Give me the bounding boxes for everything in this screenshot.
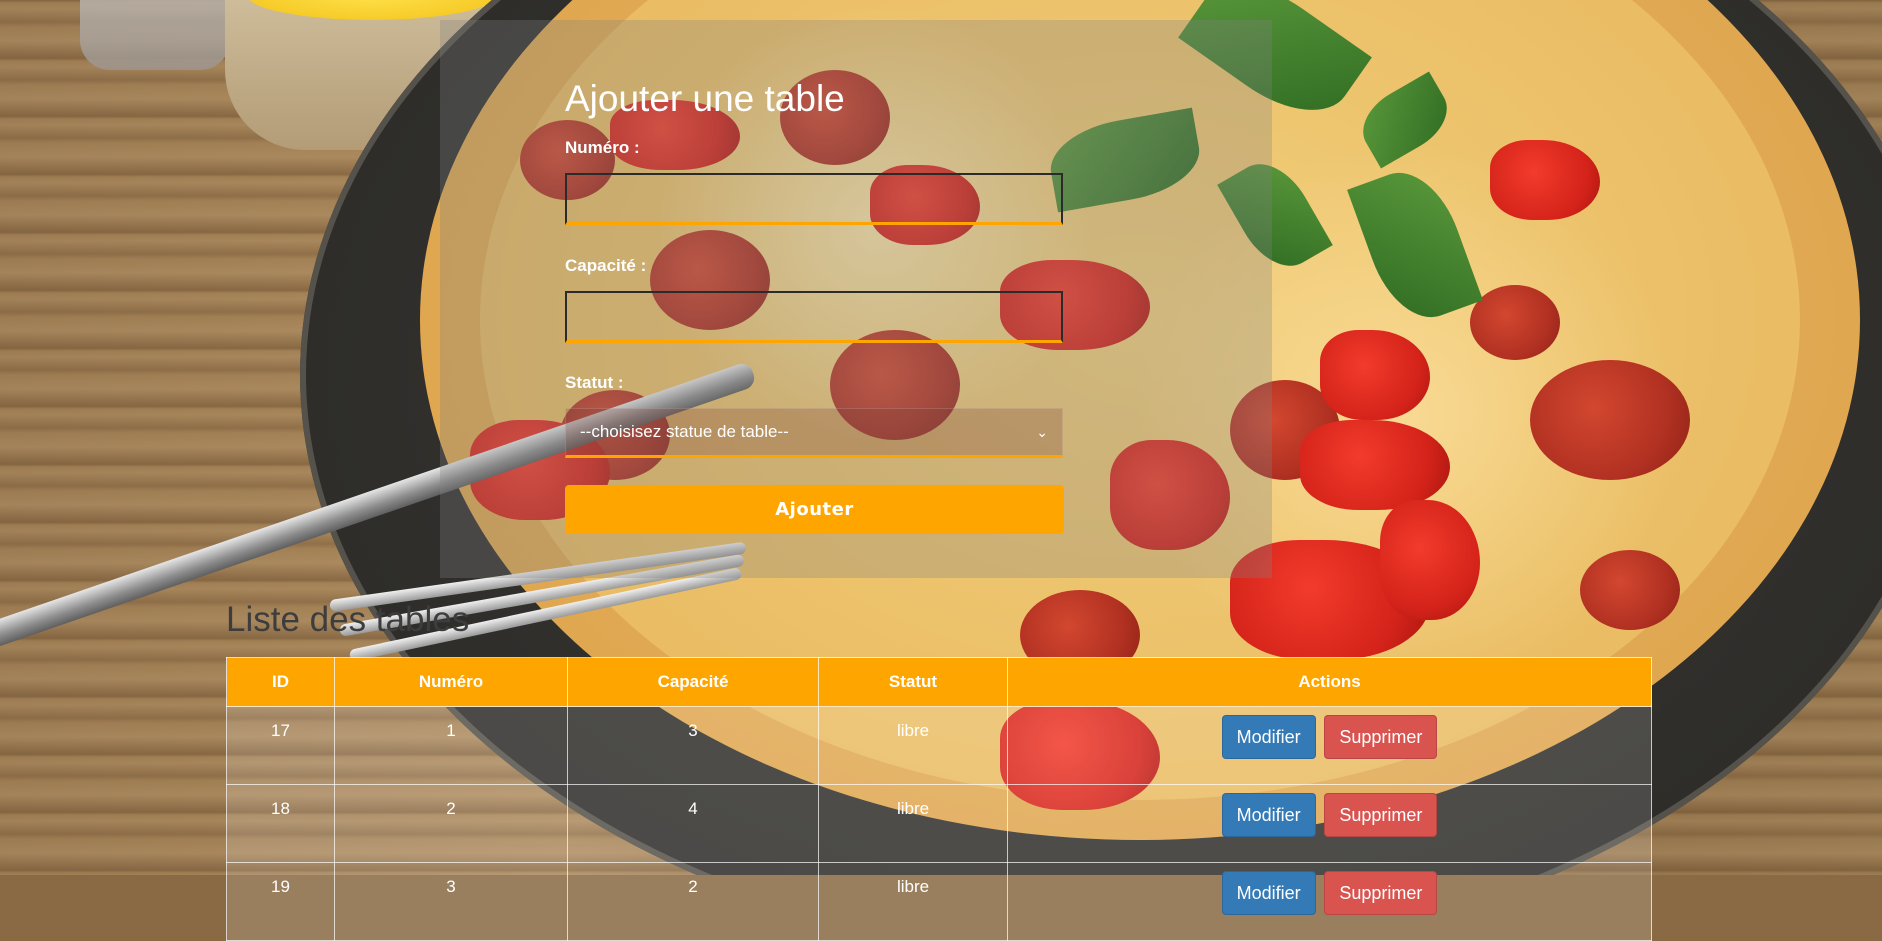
table-header-row: ID Numéro Capacité Statut Actions [226,657,1652,707]
cell-numero: 1 [334,706,568,785]
red-pepper [1490,140,1600,220]
pepperoni [1470,285,1560,360]
cell-capacite: 3 [567,706,819,785]
cell-actions: Modifier Supprimer [1007,706,1652,785]
statut-select[interactable]: --choisisez statue de table-- ⌄ [565,408,1063,458]
statut-select-value: --choisisez statue de table-- [580,422,789,441]
column-header-capacite: Capacité [567,657,819,707]
cell-statut: libre [818,784,1008,863]
cell-statut: libre [818,862,1008,941]
chevron-down-icon: ⌄ [1036,423,1048,440]
capacite-label: Capacité : [565,256,647,275]
cell-numero: 3 [334,862,568,941]
pepperoni [1530,360,1690,480]
modify-button[interactable]: Modifier [1221,793,1316,837]
cell-numero: 2 [334,784,568,863]
modify-button[interactable]: Modifier [1221,871,1316,915]
capacite-input[interactable] [565,291,1063,343]
delete-button[interactable]: Supprimer [1324,793,1438,837]
pepperoni [1580,550,1680,630]
delete-button[interactable]: Supprimer [1324,715,1438,759]
column-header-id: ID [226,657,335,707]
modify-button[interactable]: Modifier [1221,715,1316,759]
numero-input[interactable] [565,173,1063,225]
table-row: 17 1 3 libre Modifier Supprimer [226,706,1652,785]
numero-label: Numéro : [565,138,640,157]
cell-capacite: 2 [567,862,819,941]
cell-statut: libre [818,706,1008,785]
column-header-statut: Statut [818,657,1008,707]
column-header-numero: Numéro [334,657,568,707]
form-title: Ajouter une table [565,78,845,119]
tables-table: ID Numéro Capacité Statut Actions 17 1 3… [226,657,1652,941]
red-pepper [1320,330,1430,420]
red-pepper [1300,420,1450,510]
cell-actions: Modifier Supprimer [1007,784,1652,863]
cell-id: 17 [226,706,335,785]
statut-label: Statut : [565,373,624,392]
red-pepper [1380,500,1480,620]
delete-button[interactable]: Supprimer [1324,871,1438,915]
salt-bowl [80,0,230,70]
add-table-button[interactable]: Ajouter [565,485,1064,534]
table-row: 19 3 2 libre Modifier Supprimer [226,862,1652,941]
list-title: Liste des tables [226,600,470,639]
cell-id: 19 [226,862,335,941]
table-row: 18 2 4 libre Modifier Supprimer [226,784,1652,863]
cell-id: 18 [226,784,335,863]
column-header-actions: Actions [1007,657,1652,707]
cell-capacite: 4 [567,784,819,863]
cell-actions: Modifier Supprimer [1007,862,1652,941]
